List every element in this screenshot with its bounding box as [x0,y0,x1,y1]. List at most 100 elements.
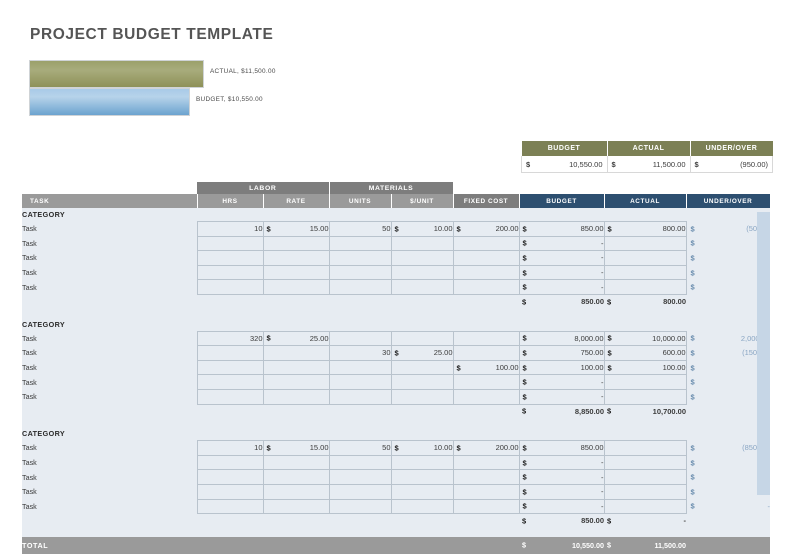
cell-units[interactable] [328,264,392,281]
cell-rate[interactable] [262,388,330,405]
cell-rate[interactable] [262,469,330,485]
cell-rate[interactable] [262,454,330,471]
cell-hrs[interactable]: 10 [196,440,264,456]
cell-sunit[interactable] [390,454,454,471]
cell-rate[interactable] [262,264,330,281]
table-row: Task$100.00$100.00$100.00$- [22,359,771,376]
cell-rate[interactable] [262,345,330,361]
cell-hrs[interactable]: 10 [196,221,264,237]
cell-hrs[interactable] [196,469,264,485]
cell-rate-value: 25.00 [309,333,329,343]
cell-sunit[interactable]: $10.00 [390,221,454,237]
cell-hrs[interactable] [196,279,264,295]
cell-hrs[interactable] [196,388,264,405]
cell-actual[interactable] [603,498,687,515]
cell-sunit[interactable] [390,264,454,281]
cell-units[interactable] [328,279,392,295]
cell-fixed-cost[interactable] [452,454,520,471]
cell-sunit[interactable] [390,330,454,347]
cell-actual[interactable] [603,264,687,281]
cell-rate[interactable]: $15.00 [262,440,330,456]
cell-units[interactable] [328,359,392,376]
cell-units[interactable] [328,498,392,515]
cell-actual[interactable] [603,235,687,252]
cell-sunit[interactable] [390,498,454,515]
cell-sunit[interactable] [390,388,454,405]
cell-sunit[interactable] [390,469,454,485]
cell-rate[interactable] [262,498,330,515]
cell-actual[interactable] [603,469,687,485]
cell-hrs[interactable] [196,374,264,390]
cell-fixed-cost[interactable] [452,330,520,347]
cell-hrs[interactable] [196,345,264,361]
cell-sunit[interactable] [390,483,454,500]
cell-fixed-cost[interactable] [452,345,520,361]
cell-hrs[interactable] [196,483,264,500]
cell-fixed-cost[interactable]: $100.00 [452,359,520,376]
cell-units[interactable] [328,388,392,405]
cell-units[interactable] [328,374,392,390]
cell-hrs[interactable] [196,264,264,281]
cell-hrs[interactable]: 320 [196,330,264,347]
cell-fixed-cost-value: 200.00 [495,224,519,234]
cell-rate[interactable] [262,374,330,390]
cell-actual[interactable] [603,279,687,295]
subtotal-spacer [22,294,197,309]
cell-units[interactable]: 30 [328,345,392,361]
cell-hrs[interactable] [196,498,264,515]
cell-actual[interactable] [603,388,687,405]
cell-fixed-cost[interactable] [452,279,520,295]
group-header-fixed-spacer [453,182,520,194]
cell-fixed-cost[interactable] [452,469,520,485]
cell-rate[interactable] [262,279,330,295]
cell-sunit[interactable]: $25.00 [390,345,454,361]
cell-sunit[interactable] [390,279,454,295]
cell-units[interactable] [328,483,392,500]
cell-hrs[interactable] [196,454,264,471]
cell-units[interactable] [328,330,392,347]
cell-fixed-cost[interactable] [452,498,520,515]
cell-hrs[interactable] [196,235,264,252]
cell-rate[interactable] [262,483,330,500]
cell-units[interactable] [328,235,392,252]
cell-actual[interactable] [603,483,687,500]
category-label: CATEGORY [22,317,771,332]
cell-rate[interactable] [262,235,330,252]
cell-sunit[interactable]: $10.00 [390,440,454,456]
cell-budget: $750.00 [518,345,605,361]
cell-actual[interactable] [603,440,687,456]
cell-sunit[interactable] [390,250,454,266]
cell-units[interactable] [328,454,392,471]
subtotal-spacer [329,294,392,309]
cell-fixed-cost[interactable] [452,250,520,266]
cell-hrs[interactable] [196,359,264,376]
cell-rate[interactable] [262,250,330,266]
cell-fixed-cost[interactable] [452,264,520,281]
cell-sunit[interactable] [390,359,454,376]
cell-fixed-cost[interactable]: $200.00 [452,440,520,456]
subtotal-spacer [391,404,454,419]
currency-symbol: $ [607,297,612,307]
cell-actual[interactable]: $600.00 [603,345,687,361]
cell-fixed-cost[interactable] [452,374,520,390]
cell-units[interactable] [328,250,392,266]
cell-fixed-cost[interactable]: $200.00 [452,221,520,237]
cell-actual[interactable]: $10,000.00 [603,330,687,347]
cell-sunit[interactable] [390,235,454,252]
cell-sunit[interactable] [390,374,454,390]
cell-actual[interactable] [603,250,687,266]
cell-hrs[interactable] [196,250,264,266]
cell-fixed-cost[interactable] [452,235,520,252]
cell-actual[interactable] [603,374,687,390]
cell-units[interactable] [328,469,392,485]
cell-fixed-cost[interactable] [452,388,520,405]
cell-actual[interactable]: $800.00 [603,221,687,237]
cell-rate[interactable]: $15.00 [262,221,330,237]
cell-actual[interactable]: $100.00 [603,359,687,376]
cell-rate[interactable]: $25.00 [262,330,330,347]
cell-actual[interactable] [603,454,687,471]
cell-units[interactable]: 50 [328,440,392,456]
cell-fixed-cost[interactable] [452,483,520,500]
cell-rate[interactable] [262,359,330,376]
cell-units[interactable]: 50 [328,221,392,237]
